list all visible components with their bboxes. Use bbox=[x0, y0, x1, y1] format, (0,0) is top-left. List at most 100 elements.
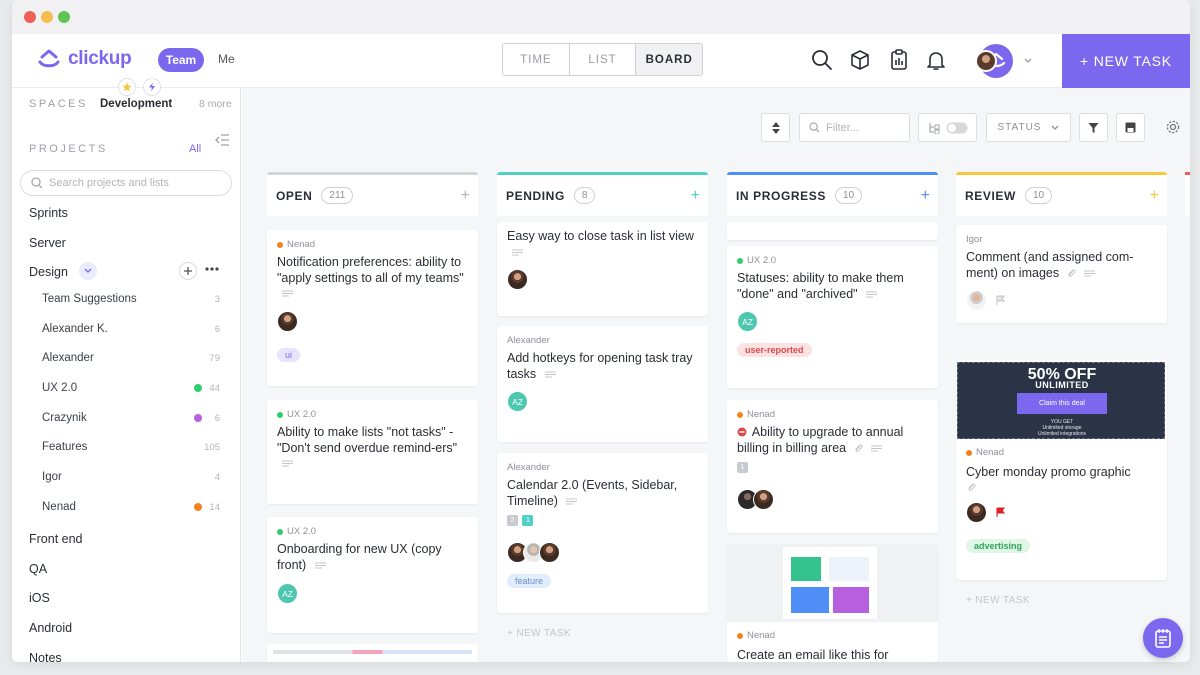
clickup-logo[interactable]: clickup bbox=[36, 44, 132, 74]
spaces-label: SPACES bbox=[29, 98, 88, 110]
task-card[interactable]: UX 2.0 Onboarding for new UX (copy front… bbox=[267, 517, 478, 633]
assignee-avatar[interactable] bbox=[539, 542, 560, 563]
view-list-tab[interactable]: LIST bbox=[570, 44, 637, 75]
project-android[interactable]: Android bbox=[29, 621, 72, 635]
card-attachment bbox=[966, 481, 1161, 497]
task-card[interactable]: UX 2.0 Ability to make lists "not tasks"… bbox=[267, 400, 478, 504]
list-crazynik[interactable]: Crazynik 6 bbox=[42, 412, 220, 424]
assignee-avatar[interactable] bbox=[277, 310, 298, 332]
column-add-icon[interactable]: + bbox=[461, 187, 470, 205]
list-ux-2[interactable]: UX 2.0 44 bbox=[42, 382, 220, 394]
card-assignees bbox=[507, 542, 698, 563]
list-team-suggestions[interactable]: Team Suggestions 3 bbox=[42, 293, 220, 305]
chevron-down-icon bbox=[84, 268, 92, 273]
assignee-avatar[interactable]: AZ bbox=[737, 311, 758, 332]
assignee-avatar[interactable]: AZ bbox=[507, 391, 528, 412]
subtask-count[interactable]: 2 bbox=[507, 515, 518, 527]
floating-notepad-button[interactable] bbox=[1143, 618, 1183, 658]
bell-icon[interactable] bbox=[924, 48, 948, 72]
tag-ui[interactable]: ui bbox=[277, 347, 301, 362]
list-color-dot bbox=[194, 414, 202, 422]
filter-input[interactable] bbox=[826, 121, 901, 134]
project-design[interactable]: Design bbox=[29, 265, 68, 279]
projects-search[interactable] bbox=[20, 170, 232, 196]
column-add-icon[interactable]: + bbox=[1150, 187, 1159, 205]
lightning-badge[interactable] bbox=[143, 78, 161, 96]
task-card[interactable]: Igor Comment (and assigned com-ment) on … bbox=[956, 225, 1167, 323]
assignee-avatar[interactable] bbox=[966, 502, 987, 523]
filter-box[interactable] bbox=[799, 113, 910, 142]
assignee-avatar[interactable] bbox=[966, 290, 987, 311]
tag-feature[interactable]: feature bbox=[507, 574, 552, 588]
project-server[interactable]: Server bbox=[29, 236, 66, 250]
status-dropdown[interactable]: STATUS bbox=[986, 113, 1071, 142]
checklist-count[interactable]: 1 bbox=[522, 515, 534, 527]
save-view-button[interactable] bbox=[1116, 113, 1145, 142]
task-card[interactable]: Nenad Notification preferences: ability … bbox=[267, 230, 478, 386]
task-card[interactable]: Nenad Create an email like this for bbox=[727, 544, 938, 662]
user-avatar-menu[interactable] bbox=[974, 42, 1014, 80]
list-alexander[interactable]: Alexander 79 bbox=[42, 352, 220, 364]
box-icon[interactable] bbox=[848, 48, 872, 72]
pending-new-task-link[interactable]: + NEW TASK bbox=[507, 628, 571, 639]
settings-gear-icon[interactable] bbox=[1165, 119, 1181, 135]
task-card[interactable]: Alexander Add hotkeys for opening task t… bbox=[497, 326, 708, 442]
subtask-count[interactable]: 1 bbox=[737, 462, 748, 474]
list-color-dot bbox=[737, 632, 743, 639]
list-nenad[interactable]: Nenad 14 bbox=[42, 501, 220, 513]
projects-all-link[interactable]: All bbox=[189, 143, 201, 155]
favorite-star-badge[interactable] bbox=[118, 78, 136, 96]
minimize-window-button[interactable] bbox=[41, 11, 53, 23]
assignee-avatar[interactable]: AZ bbox=[277, 583, 298, 604]
tag-user-reported[interactable]: user-reported bbox=[737, 343, 812, 357]
list-label: Team Suggestions bbox=[42, 293, 137, 305]
assignee-avatar[interactable] bbox=[753, 489, 774, 510]
task-card-partial[interactable] bbox=[727, 222, 938, 240]
sort-button[interactable] bbox=[761, 113, 790, 142]
list-color-dot bbox=[277, 241, 283, 248]
close-window-button[interactable] bbox=[24, 11, 36, 23]
design-expand-chevron[interactable] bbox=[79, 262, 97, 280]
flag-icon[interactable] bbox=[996, 295, 1006, 306]
subtasks-toggle[interactable] bbox=[918, 113, 977, 142]
project-notes[interactable]: Notes bbox=[29, 651, 62, 662]
task-card[interactable]: UX 2.0 Statuses: ability to make them "d… bbox=[727, 246, 938, 388]
projects-search-input[interactable] bbox=[49, 177, 219, 189]
design-add-list-button[interactable] bbox=[179, 262, 197, 280]
column-add-icon[interactable]: + bbox=[921, 187, 930, 205]
card-title-text: Add hotkeys for opening task tray tasks bbox=[507, 351, 693, 381]
collapse-sidebar-icon[interactable] bbox=[215, 133, 231, 147]
view-board-tab[interactable]: BOARD bbox=[636, 44, 702, 75]
review-new-task-link[interactable]: + NEW TASK bbox=[966, 595, 1030, 606]
column-add-icon[interactable]: + bbox=[691, 187, 700, 205]
assignee-avatar[interactable] bbox=[507, 269, 528, 290]
more-dots-icon[interactable] bbox=[205, 267, 219, 271]
filter-funnel-button[interactable] bbox=[1079, 113, 1108, 142]
view-time-tab[interactable]: TIME bbox=[503, 44, 570, 75]
me-toggle[interactable]: Me bbox=[218, 52, 235, 66]
current-space[interactable]: Development bbox=[100, 98, 172, 110]
list-igor[interactable]: Igor 4 bbox=[42, 471, 220, 483]
new-task-button[interactable]: + NEW TASK bbox=[1062, 34, 1190, 88]
task-card-image[interactable] bbox=[267, 644, 478, 662]
team-toggle[interactable]: Team bbox=[158, 48, 204, 72]
list-features[interactable]: Features 105 bbox=[42, 441, 220, 453]
column-in-progress-header: IN PROGRESS 10 + bbox=[727, 172, 938, 216]
task-card[interactable]: Easy way to close task in list view bbox=[497, 222, 708, 316]
card-title-text: Create an email like this for bbox=[737, 648, 889, 662]
more-spaces-link[interactable]: 8 more bbox=[199, 98, 232, 110]
clipboard-icon[interactable] bbox=[887, 48, 911, 72]
project-front-end[interactable]: Front end bbox=[29, 532, 83, 546]
project-sprints[interactable]: Sprints bbox=[29, 206, 68, 220]
flag-icon[interactable] bbox=[996, 507, 1006, 518]
avatar-chevron-down-icon[interactable] bbox=[1024, 58, 1032, 64]
tag-advertising[interactable]: advertising bbox=[966, 539, 1031, 553]
maximize-window-button[interactable] bbox=[58, 11, 70, 23]
list-alexander-k[interactable]: Alexander K. 6 bbox=[42, 323, 220, 335]
project-ios[interactable]: iOS bbox=[29, 591, 50, 605]
project-qa[interactable]: QA bbox=[29, 562, 47, 576]
task-card[interactable]: Nenad Ability to upgrade to annual billi… bbox=[727, 400, 938, 533]
sort-arrows-icon bbox=[771, 121, 780, 134]
task-card[interactable]: Alexander Calendar 2.0 (Events, Sidebar,… bbox=[497, 453, 708, 613]
search-icon[interactable] bbox=[810, 48, 834, 72]
